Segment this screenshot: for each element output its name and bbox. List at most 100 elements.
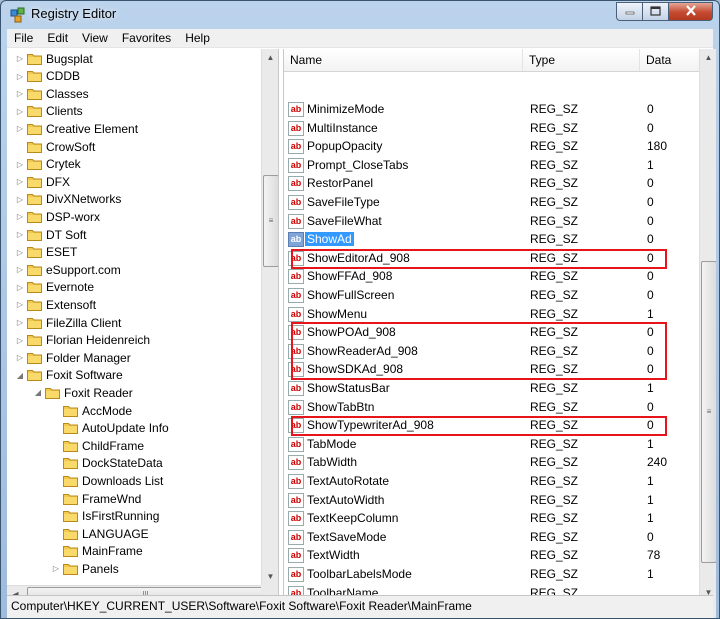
value-row[interactable]: ab ShowFullScreen REG_SZ 0 xyxy=(284,286,699,304)
value-row[interactable]: ab ToolbarLabelsMode REG_SZ 1 xyxy=(284,565,699,583)
expand-arrow-icon[interactable]: ▷ xyxy=(15,318,25,327)
menu-view[interactable]: View xyxy=(75,31,115,45)
tree-item[interactable]: ▷ Evernote xyxy=(15,279,94,296)
tree-item[interactable]: ▷ DT Soft xyxy=(15,226,87,243)
tree-item[interactable]: ◢ Foxit Reader xyxy=(33,384,133,401)
tree-item[interactable]: ▷ FileZilla Client xyxy=(15,314,121,331)
menu-favorites[interactable]: Favorites xyxy=(115,31,178,45)
tree-item[interactable]: Downloads List xyxy=(51,472,163,489)
tree-item[interactable]: ▷ Creative Element xyxy=(15,120,138,137)
tree-item[interactable]: ▷ CDDB xyxy=(15,68,80,85)
value-row[interactable]: ab ShowTabBtn REG_SZ 0 xyxy=(284,398,699,416)
value-row[interactable]: ab Prompt_CloseTabs REG_SZ 1 xyxy=(284,156,699,174)
tree-item[interactable]: ▷ Bugsplat xyxy=(15,50,93,67)
close-button[interactable] xyxy=(669,2,713,21)
expand-arrow-icon[interactable]: ▷ xyxy=(15,212,25,221)
scroll-up-arrow-icon[interactable]: ▲ xyxy=(262,49,278,66)
folder-icon xyxy=(63,422,78,435)
expand-arrow-icon[interactable]: ▷ xyxy=(15,300,25,309)
value-row[interactable]: ab SaveFileType REG_SZ 0 xyxy=(284,193,699,211)
value-row[interactable]: ab RestorPanel REG_SZ 0 xyxy=(284,174,699,192)
expand-arrow-icon[interactable]: ▷ xyxy=(15,248,25,257)
tree-item[interactable]: ▷ Crytek xyxy=(15,156,81,173)
value-row[interactable]: ab TabMode REG_SZ 1 xyxy=(284,435,699,453)
string-value-icon: ab xyxy=(288,139,304,155)
expand-arrow-icon[interactable]: ▷ xyxy=(15,353,25,362)
expand-arrow-icon[interactable]: ▷ xyxy=(15,107,25,116)
value-row[interactable]: ab ShowMenu REG_SZ 1 xyxy=(284,305,699,323)
tree-vertical-scrollbar[interactable]: ▲ ≡ ▼ xyxy=(261,49,278,585)
menu-edit[interactable]: Edit xyxy=(40,31,75,45)
value-row[interactable]: ab ShowStatusBar REG_SZ 1 xyxy=(284,379,699,397)
tree-item[interactable]: ▷ ESET xyxy=(15,244,77,261)
value-row[interactable]: ab ShowFFAd_908 REG_SZ 0 xyxy=(284,267,699,285)
value-name-cell: TabMode xyxy=(307,436,356,452)
expand-arrow-icon[interactable]: ▷ xyxy=(15,124,25,133)
value-row[interactable]: ab TextAutoWidth REG_SZ 1 xyxy=(284,491,699,509)
menu-help[interactable]: Help xyxy=(178,31,217,45)
maximize-button[interactable] xyxy=(643,2,669,21)
tree-item[interactable]: ▷ Florian Heidenreich xyxy=(15,332,150,349)
expand-arrow-icon[interactable]: ▷ xyxy=(15,230,25,239)
value-type: REG_SZ xyxy=(530,269,579,284)
expand-arrow-icon[interactable]: ▷ xyxy=(15,265,25,274)
tree-item[interactable]: AccMode xyxy=(51,402,132,419)
tree-item[interactable]: ▷ Folder Manager xyxy=(15,349,131,366)
expand-arrow-icon[interactable]: ▷ xyxy=(15,195,25,204)
highlight-box-typewriter-ad xyxy=(291,416,667,436)
tree-item[interactable]: ▷ eSupport.com xyxy=(15,261,121,278)
value-row[interactable]: ab PopupOpacity REG_SZ 180 xyxy=(284,137,699,155)
expand-arrow-icon[interactable]: ▷ xyxy=(15,336,25,345)
value-row[interactable]: ab TextWidth REG_SZ 78 xyxy=(284,546,699,564)
tree-item[interactable]: ▷ Classes xyxy=(15,85,89,102)
scroll-up-arrow-icon[interactable]: ▲ xyxy=(700,49,716,66)
value-row[interactable]: ab SaveFileWhat REG_SZ 0 xyxy=(284,212,699,230)
value-row[interactable]: ab TextSaveMode REG_SZ 0 xyxy=(284,528,699,546)
expand-arrow-icon[interactable]: ▷ xyxy=(15,177,25,186)
value-row[interactable]: ab ShowAd REG_SZ 0 xyxy=(284,230,699,248)
value-row[interactable]: ab TabWidth REG_SZ 240 xyxy=(284,453,699,471)
collapse-arrow-icon[interactable]: ◢ xyxy=(33,388,43,397)
tree-item[interactable]: CrowSoft xyxy=(15,138,95,155)
tree-item[interactable]: ▷ Clients xyxy=(15,103,83,120)
tree-item[interactable]: ▷ DSP-worx xyxy=(15,208,100,225)
tree-item[interactable]: DockStateData xyxy=(51,455,163,472)
tree-item[interactable]: MainFrame xyxy=(51,543,143,560)
tree-item[interactable]: IsFirstRunning xyxy=(51,508,159,525)
tree-item[interactable]: ▷ Extensoft xyxy=(15,296,96,313)
tree-item[interactable]: LANGUAGE xyxy=(51,525,149,542)
value-row[interactable]: ab TextAutoRotate REG_SZ 1 xyxy=(284,472,699,490)
column-data-header[interactable]: Data xyxy=(640,49,703,71)
expand-arrow-icon[interactable]: ▷ xyxy=(15,54,25,63)
tree-item-label: LANGUAGE xyxy=(82,526,149,541)
value-row[interactable]: ab TextKeepColumn REG_SZ 1 xyxy=(284,509,699,527)
expand-arrow-icon[interactable]: ▷ xyxy=(15,72,25,81)
column-name-header[interactable]: Name xyxy=(284,49,523,71)
tree-item[interactable]: ▷ DivXNetworks xyxy=(15,191,121,208)
value-type: REG_SZ xyxy=(530,139,579,154)
expand-arrow-icon[interactable]: ▷ xyxy=(15,160,25,169)
scroll-down-arrow-icon[interactable]: ▼ xyxy=(262,568,278,585)
collapse-arrow-icon[interactable]: ◢ xyxy=(15,371,25,380)
value-name: PopupOpacity xyxy=(307,139,383,154)
tree-item[interactable]: ▷ Panels xyxy=(51,560,119,577)
expand-arrow-icon[interactable]: ▷ xyxy=(51,564,61,573)
expand-arrow-icon[interactable]: ▷ xyxy=(15,89,25,98)
folder-icon xyxy=(27,299,42,311)
value-row[interactable]: ab MultiInstance REG_SZ 0 xyxy=(284,119,699,137)
tree-item[interactable]: ▷ DFX xyxy=(15,173,70,190)
tree-item[interactable]: AutoUpdate Info xyxy=(51,420,169,437)
tree-item[interactable]: ChildFrame xyxy=(51,437,144,454)
minimize-button[interactable] xyxy=(616,2,643,21)
tree-item[interactable]: FrameWnd xyxy=(51,490,141,507)
column-type-header[interactable]: Type xyxy=(523,49,640,71)
tree-scroll-thumb[interactable]: ≡ xyxy=(263,175,278,267)
values-vertical-scrollbar[interactable]: ▲ ≡ ▼ xyxy=(699,49,716,618)
expand-arrow-icon[interactable]: ▷ xyxy=(15,283,25,292)
value-row[interactable]: ab MinimizeMode REG_SZ 0 xyxy=(284,100,699,118)
values-scroll-thumb[interactable]: ≡ xyxy=(701,261,716,563)
value-name-cell: MinimizeMode xyxy=(307,101,384,117)
title-bar[interactable]: Registry Editor xyxy=(1,1,719,28)
menu-file[interactable]: File xyxy=(7,31,40,45)
tree-item[interactable]: ◢ Foxit Software xyxy=(15,367,123,384)
